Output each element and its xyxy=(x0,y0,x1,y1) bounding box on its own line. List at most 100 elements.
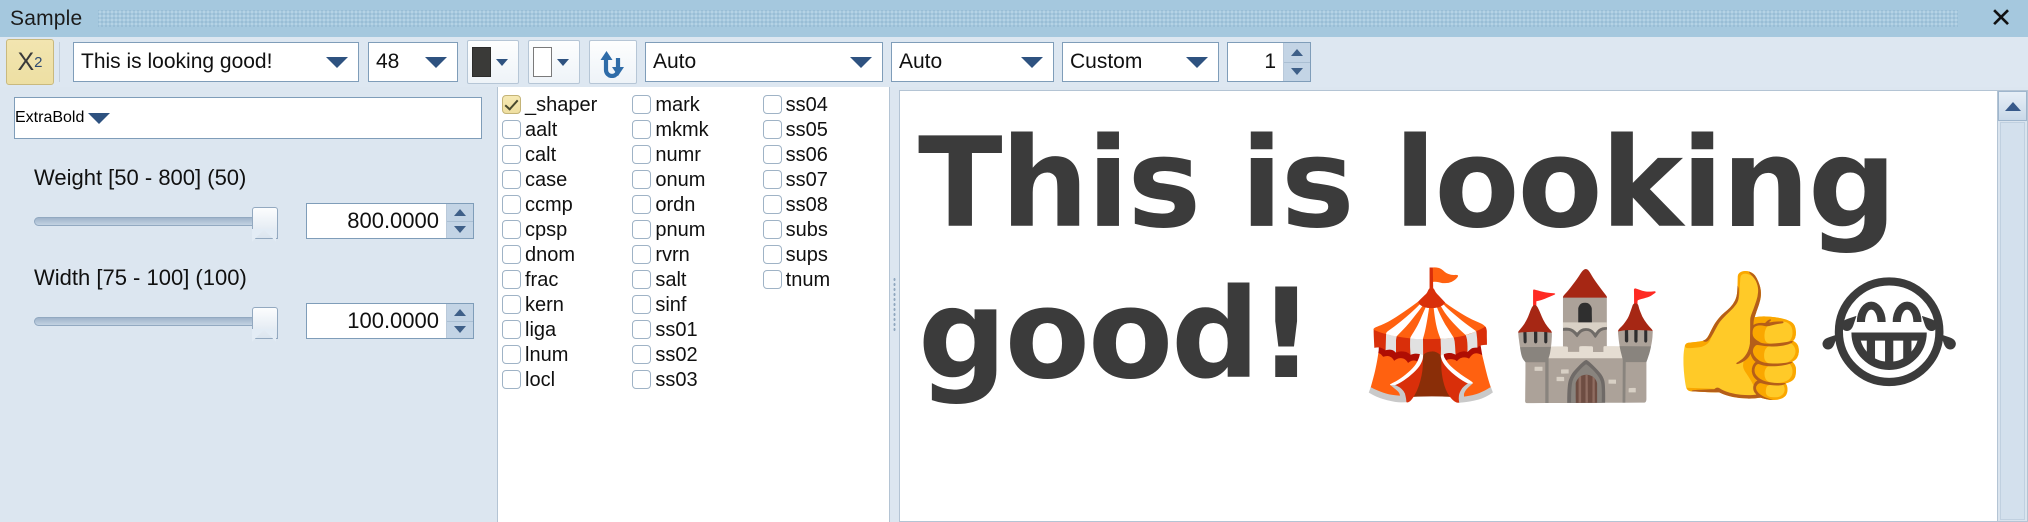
chevron-down-icon[interactable] xyxy=(1021,56,1043,68)
feature-checkbox-ordn[interactable]: ordn xyxy=(632,192,758,217)
checkbox-icon[interactable] xyxy=(632,345,652,364)
checkbox-icon[interactable] xyxy=(632,170,652,189)
feature-checkbox-liga[interactable]: liga xyxy=(502,317,628,342)
feature-checkbox-ss05[interactable]: ss05 xyxy=(762,117,889,142)
spinner-increment-button[interactable] xyxy=(1284,43,1310,62)
checkbox-icon[interactable] xyxy=(762,220,782,239)
chevron-down-icon[interactable] xyxy=(326,56,348,68)
feature-checkbox-ss02[interactable]: ss02 xyxy=(632,342,758,367)
feature-checkbox-ss06[interactable]: ss06 xyxy=(762,142,889,167)
sample-text-value[interactable]: This is looking good! xyxy=(74,50,322,74)
language-value[interactable]: Auto xyxy=(892,50,1017,74)
checkbox-icon[interactable] xyxy=(762,120,782,139)
text-preview[interactable]: This is looking good! 🎪🏰👍😂 xyxy=(899,90,1998,522)
checkbox-icon[interactable] xyxy=(762,170,782,189)
checkbox-icon[interactable] xyxy=(502,120,521,139)
feature-checkbox-sups[interactable]: sups xyxy=(762,242,889,267)
feature-checkbox-case[interactable]: case xyxy=(502,167,628,192)
subscript-toggle-button[interactable]: X2 xyxy=(6,39,54,85)
chevron-down-icon[interactable] xyxy=(850,56,872,68)
checkbox-icon[interactable] xyxy=(502,270,521,289)
slider-thumb[interactable] xyxy=(252,307,278,342)
feature-checkbox-cpsp[interactable]: cpsp xyxy=(502,217,628,242)
spinner-decrement-button[interactable] xyxy=(447,320,473,338)
chevron-down-icon[interactable] xyxy=(495,58,508,66)
checkbox-icon[interactable] xyxy=(502,345,521,364)
checkbox-icon[interactable] xyxy=(632,245,652,264)
feature-checkbox-frac[interactable]: frac xyxy=(502,267,628,292)
axis-weight-spinner[interactable]: 800.0000 xyxy=(306,203,474,239)
checkbox-icon[interactable] xyxy=(632,145,652,164)
checkbox-icon[interactable] xyxy=(502,145,521,164)
direction-value[interactable]: Custom xyxy=(1063,50,1182,74)
feature-checkbox-ss01[interactable]: ss01 xyxy=(632,317,758,342)
checkbox-icon[interactable] xyxy=(632,220,652,239)
font-size-combo[interactable]: 48 xyxy=(368,42,458,82)
feature-checkbox-kern[interactable]: kern xyxy=(502,292,628,317)
checkbox-icon[interactable] xyxy=(762,145,782,164)
feature-checkbox-ss04[interactable]: ss04 xyxy=(762,92,889,117)
checkbox-icon[interactable] xyxy=(632,320,652,339)
checkbox-icon[interactable] xyxy=(502,370,521,389)
instance-count-value[interactable]: 1 xyxy=(1228,43,1283,81)
feature-checkbox-ss08[interactable]: ss08 xyxy=(762,192,889,217)
preview-vertical-scrollbar[interactable] xyxy=(1998,90,2028,522)
checkbox-icon[interactable] xyxy=(502,195,521,214)
axis-width-slider[interactable] xyxy=(34,304,278,342)
checkbox-icon[interactable] xyxy=(502,295,521,314)
spinner-decrement-button[interactable] xyxy=(447,220,473,238)
language-combo[interactable]: Auto xyxy=(891,42,1054,82)
feature-checkbox-salt[interactable]: salt xyxy=(632,267,758,292)
checkbox-icon[interactable] xyxy=(632,270,652,289)
swap-colors-button[interactable] xyxy=(589,40,637,84)
font-size-value[interactable]: 48 xyxy=(369,50,421,74)
scrollbar-thumb[interactable] xyxy=(2000,122,2025,520)
feature-checkbox-pnum[interactable]: pnum xyxy=(632,217,758,242)
feature-checkbox-calt[interactable]: calt xyxy=(502,142,628,167)
style-value[interactable]: ExtraBold xyxy=(15,109,84,127)
spinner-decrement-button[interactable] xyxy=(1284,61,1310,81)
checkbox-icon[interactable] xyxy=(632,95,652,114)
checkbox-icon[interactable] xyxy=(632,120,652,139)
feature-checkbox-locl[interactable]: locl xyxy=(502,367,628,392)
axis-weight-slider[interactable] xyxy=(34,204,278,242)
checkbox-icon[interactable] xyxy=(502,170,521,189)
feature-checkbox-mark[interactable]: mark xyxy=(632,92,758,117)
checkbox-icon[interactable] xyxy=(502,320,521,339)
checkbox-icon[interactable] xyxy=(762,270,782,289)
feature-checkbox-aalt[interactable]: aalt xyxy=(502,117,628,142)
chevron-down-icon[interactable] xyxy=(88,112,111,124)
checkbox-icon[interactable] xyxy=(632,370,652,389)
feature-checkbox-tnum[interactable]: tnum xyxy=(762,267,889,292)
slider-thumb[interactable] xyxy=(252,207,278,242)
feature-checkbox-mkmk[interactable]: mkmk xyxy=(632,117,758,142)
feature-checkbox-numr[interactable]: numr xyxy=(632,142,758,167)
script-value[interactable]: Auto xyxy=(646,50,846,74)
checkbox-icon[interactable] xyxy=(762,195,782,214)
chevron-down-icon[interactable] xyxy=(1186,56,1208,68)
checkbox-icon[interactable] xyxy=(762,245,782,264)
checkbox-icon[interactable] xyxy=(632,295,652,314)
spinner-increment-button[interactable] xyxy=(447,204,473,221)
axis-width-spinner[interactable]: 100.0000 xyxy=(306,303,474,339)
axis-weight-value[interactable]: 800.0000 xyxy=(307,204,446,238)
style-combo[interactable]: ExtraBold xyxy=(14,97,482,139)
sample-text-combo[interactable]: This is looking good! xyxy=(73,42,359,82)
instance-count-spinner[interactable]: 1 xyxy=(1227,42,1311,82)
chevron-down-icon[interactable] xyxy=(556,58,569,66)
checkbox-icon[interactable] xyxy=(632,195,652,214)
axis-width-value[interactable]: 100.0000 xyxy=(307,304,446,338)
background-color-button[interactable] xyxy=(528,40,580,84)
spinner-increment-button[interactable] xyxy=(447,304,473,321)
feature-checkbox-rvrn[interactable]: rvrn xyxy=(632,242,758,267)
feature-checkbox-dnom[interactable]: dnom xyxy=(502,242,628,267)
feature-checkbox-_shaper[interactable]: _shaper xyxy=(502,92,628,117)
feature-checkbox-ss03[interactable]: ss03 xyxy=(632,367,758,392)
feature-checkbox-ccmp[interactable]: ccmp xyxy=(502,192,628,217)
scroll-up-button[interactable] xyxy=(1998,91,2027,121)
direction-combo[interactable]: Custom xyxy=(1062,42,1219,82)
feature-checkbox-sinf[interactable]: sinf xyxy=(632,292,758,317)
titlebar-drag-grip[interactable] xyxy=(98,10,1958,27)
chevron-down-icon[interactable] xyxy=(425,56,447,68)
checkbox-icon[interactable] xyxy=(762,95,782,114)
